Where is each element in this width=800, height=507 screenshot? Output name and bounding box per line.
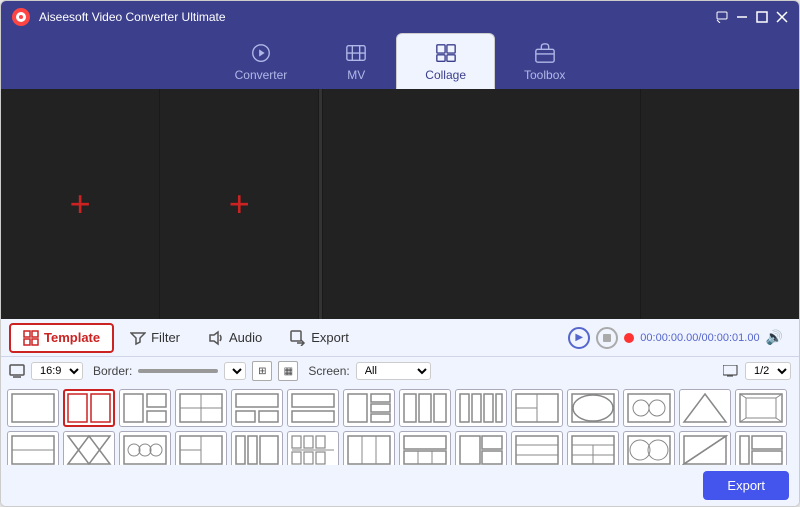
tab-converter[interactable]: Converter	[206, 33, 317, 89]
maximize-button[interactable]	[755, 10, 769, 24]
template-row-2	[7, 431, 793, 465]
tab-filter[interactable]: Filter	[118, 325, 192, 351]
template-r2-4[interactable]	[175, 431, 227, 465]
template-r2-11[interactable]	[567, 431, 619, 465]
aspect-ratio-icon	[9, 363, 25, 379]
add-icon-1: +	[70, 186, 91, 222]
tab-collage[interactable]: Collage	[396, 33, 495, 89]
app-title: Aiseesoft Video Converter Ultimate	[39, 10, 715, 24]
template-r2-6[interactable]	[287, 431, 339, 465]
time-display: 00:00:00.00/00:00:01.00	[640, 332, 759, 344]
template-t10[interactable]	[511, 389, 563, 427]
stop-button[interactable]	[596, 327, 618, 349]
chat-button[interactable]	[715, 10, 729, 24]
add-icon-2: +	[229, 186, 250, 222]
window-controls	[715, 10, 789, 24]
border-grid-icon[interactable]: ⊞	[252, 361, 272, 381]
template-t9[interactable]	[455, 389, 507, 427]
template-t11[interactable]	[567, 389, 619, 427]
border-pattern-icon[interactable]: ▦	[278, 361, 298, 381]
audio-icon	[208, 330, 224, 346]
template-r2-13[interactable]	[679, 431, 731, 465]
template-r2-3[interactable]	[119, 431, 171, 465]
controls-bar: 16:9 4:3 1:1 Border: — ⊞ ▦ Screen: All S…	[1, 357, 799, 385]
volume-icon[interactable]: 🔊	[766, 329, 783, 346]
aspect-ratio-select[interactable]: 16:9 4:3 1:1	[31, 362, 83, 380]
tab-audio[interactable]: Audio	[196, 325, 274, 351]
play-button[interactable]: ▶	[568, 327, 590, 349]
bottom-export-bar: Export	[1, 465, 799, 506]
video-area: + +	[1, 89, 799, 319]
template-t5[interactable]	[231, 389, 283, 427]
template-r2-10[interactable]	[511, 431, 563, 465]
panel-divider	[319, 89, 322, 319]
filter-icon	[130, 330, 146, 346]
template-t13[interactable]	[679, 389, 731, 427]
tab-export[interactable]: Export	[278, 325, 361, 351]
title-bar: Aiseesoft Video Converter Ultimate	[1, 1, 799, 33]
page-select[interactable]: 1/2 2/2	[745, 362, 791, 380]
border-style-select[interactable]: —	[224, 362, 246, 380]
template-r2-8[interactable]	[399, 431, 451, 465]
record-indicator	[624, 333, 634, 343]
video-panel-1[interactable]: +	[1, 89, 159, 319]
preview-panel-right	[641, 89, 799, 319]
template-r2-14[interactable]	[735, 431, 787, 465]
screen-label: Screen:	[308, 364, 349, 378]
template-icon	[23, 330, 39, 346]
template-row-1	[7, 389, 793, 427]
template-t7[interactable]	[343, 389, 395, 427]
template-r2-2[interactable]	[63, 431, 115, 465]
template-r2-9[interactable]	[455, 431, 507, 465]
tab-mv[interactable]: MV	[316, 33, 396, 89]
app-window: Aiseesoft Video Converter Ultimate Conve…	[0, 0, 800, 507]
template-t6[interactable]	[287, 389, 339, 427]
stop-icon	[603, 334, 611, 342]
border-slider[interactable]	[138, 369, 218, 373]
tab-template[interactable]: Template	[9, 323, 114, 353]
tab-toolbox[interactable]: Toolbox	[495, 33, 594, 89]
template-t12[interactable]	[623, 389, 675, 427]
export-icon-tab	[290, 330, 306, 346]
monitor-icon	[723, 365, 739, 377]
controls-left: 16:9 4:3 1:1 Border: — ⊞ ▦ Screen: All S…	[9, 361, 715, 381]
playback-controls: ▶ 00:00:00.00/00:00:01.00 🔊	[564, 325, 791, 351]
template-t4[interactable]	[175, 389, 227, 427]
template-t8[interactable]	[399, 389, 451, 427]
close-button[interactable]	[775, 10, 789, 24]
export-button[interactable]: Export	[703, 471, 789, 500]
minimize-button[interactable]	[735, 10, 749, 24]
video-panel-2[interactable]: +	[160, 89, 318, 319]
bottom-tab-bar: Template Filter Audio Exp	[1, 319, 799, 357]
nav-tabs: Converter MV Collage Toolbox	[1, 33, 799, 89]
border-label: Border:	[93, 364, 132, 378]
template-two-v[interactable]	[63, 389, 115, 427]
template-grid	[1, 385, 799, 465]
template-t3[interactable]	[119, 389, 171, 427]
controls-right: 1/2 2/2	[723, 362, 791, 380]
preview-panel-left	[323, 89, 639, 319]
template-t14[interactable]	[735, 389, 787, 427]
main-content: + + Template	[1, 89, 799, 506]
screen-select[interactable]: All Screen 1 Screen 2	[356, 362, 431, 380]
template-single[interactable]	[7, 389, 59, 427]
template-r2-1[interactable]	[7, 431, 59, 465]
template-r2-5[interactable]	[231, 431, 283, 465]
template-r2-7[interactable]	[343, 431, 395, 465]
app-logo	[11, 7, 31, 27]
template-r2-12[interactable]	[623, 431, 675, 465]
